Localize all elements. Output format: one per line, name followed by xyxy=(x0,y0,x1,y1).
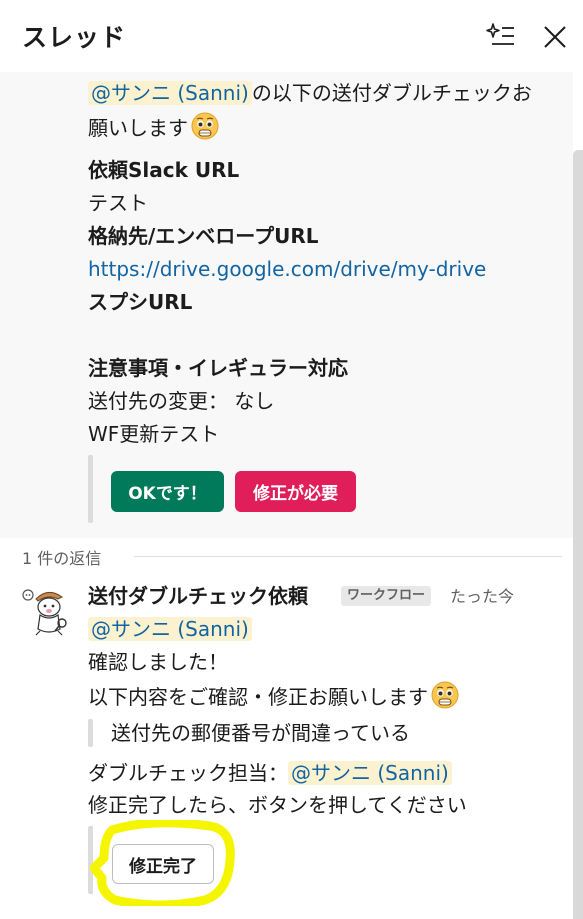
ok-button[interactable]: OKです！ xyxy=(111,471,224,512)
parent-message xyxy=(0,72,573,538)
checker-line: ダブルチェック担当： @サンニ (Sanni) xyxy=(88,759,452,787)
thread-header: スレッド xyxy=(0,0,583,72)
workflow-badge: ワークフロー xyxy=(341,586,432,606)
storage-link[interactable]: https://drive.google.com/drive/my-drive xyxy=(88,255,486,283)
fix-complete-button[interactable]: 修正完了 xyxy=(112,844,214,884)
message-text: 以下内容をご確認・修正お願いします xyxy=(88,685,428,709)
reply-mention-line: @サンニ (Sanni) xyxy=(88,615,252,643)
quote-text: 送付先の郵便番号が間違っている xyxy=(111,721,410,745)
user-mention[interactable]: @サンニ (Sanni) xyxy=(88,81,252,105)
request-label: 依頼Slack URL xyxy=(88,158,240,182)
spreadsheet-label: スプシURL xyxy=(88,290,193,314)
workflow-bot-avatar[interactable] xyxy=(22,585,72,637)
message-text: 願いします xyxy=(88,116,188,140)
notes-label: 注意事項・イレギュラー対応 xyxy=(88,356,348,380)
message-text: の以下の送付ダブルチェックお xyxy=(251,81,532,105)
page-title: スレッド xyxy=(22,23,127,52)
notes-line-2: WF更新テスト xyxy=(88,422,220,446)
workflow-sender-name[interactable]: 送付ダブルチェック依頼 xyxy=(88,582,308,610)
scrollbar[interactable] xyxy=(573,150,583,919)
parent-line-1: @サンニ (Sanni) の以下の送付ダブルチェックお xyxy=(88,79,532,107)
quote-bar xyxy=(88,719,93,747)
ai-sparkle-list-icon[interactable] xyxy=(484,22,516,50)
notes-line-1: 送付先の変更： なし xyxy=(88,389,275,413)
timestamp[interactable]: たった今 xyxy=(450,586,514,608)
parent-line-2: 願いします xyxy=(88,111,220,142)
needs-fix-button[interactable]: 修正が必要 xyxy=(235,471,356,512)
replies-divider xyxy=(134,556,562,557)
user-mention[interactable]: @サンニ (Sanni) xyxy=(288,761,452,785)
request-value: テスト xyxy=(88,191,148,215)
reply-count: 1 件の返信 xyxy=(22,545,110,569)
pleading-face-emoji-icon xyxy=(431,681,459,709)
close-icon[interactable] xyxy=(540,22,570,52)
reply-line-2: 以下内容をご確認・修正お願いします xyxy=(88,680,460,711)
user-mention[interactable]: @サンニ (Sanni) xyxy=(88,617,252,641)
instruction-line: 修正完了したら、ボタンを押してください xyxy=(88,793,467,817)
storage-label: 格納先/エンベロープURL xyxy=(88,224,319,248)
reply-line-1: 確認しました！ xyxy=(88,650,228,674)
button-block-bar xyxy=(88,455,93,523)
pleading-face-emoji-icon xyxy=(191,112,219,140)
checker-label: ダブルチェック担当： xyxy=(88,761,288,785)
